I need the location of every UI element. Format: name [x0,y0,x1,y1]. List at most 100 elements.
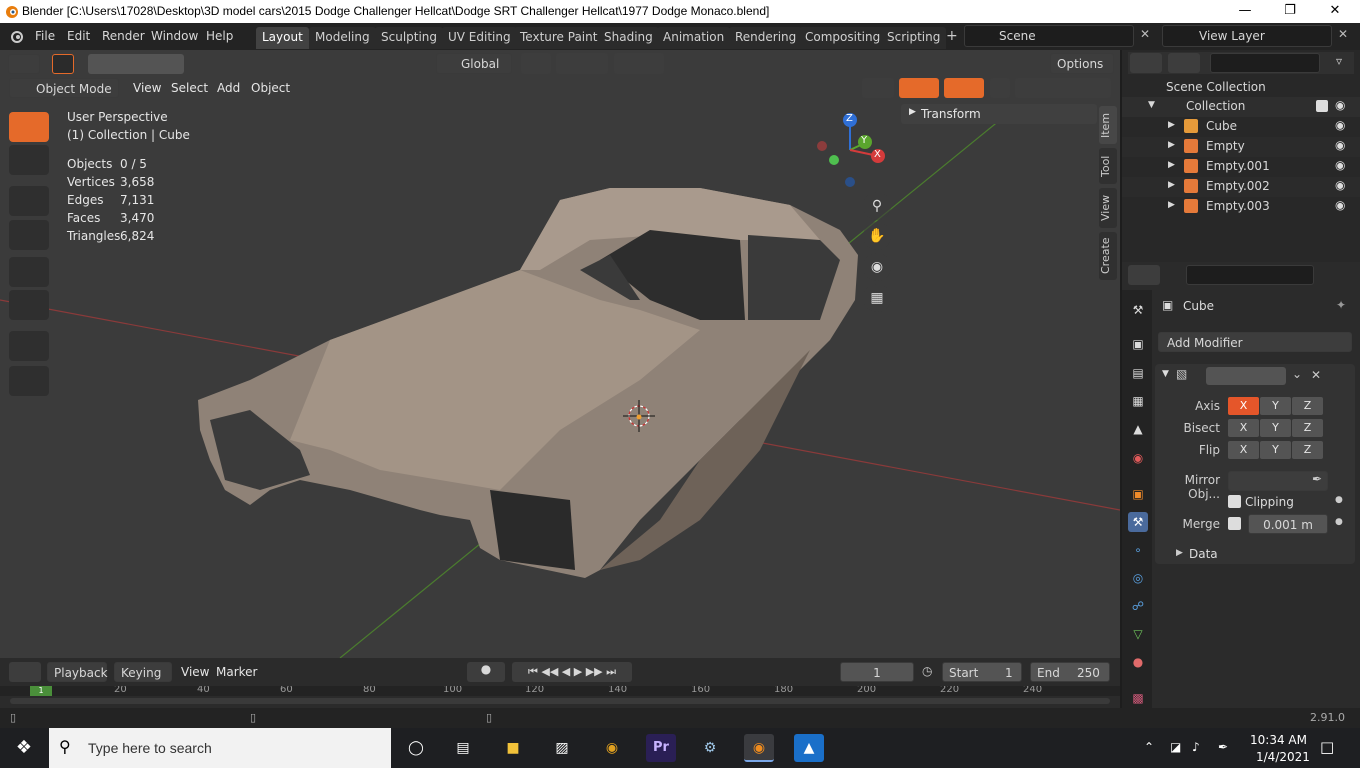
properties-editor-type[interactable] [1128,265,1160,285]
annotate-tool[interactable] [9,331,49,361]
timeline-marker-menu[interactable]: Marker [216,665,257,679]
outliner-scene-collection[interactable]: Scene Collection [1122,78,1360,98]
viewport-menu-select[interactable]: Select [171,81,208,95]
modifier-collapse-icon[interactable]: ▼ [1162,369,1169,379]
view-layer-selector[interactable]: View Layer [1162,25,1332,47]
select-box-tool[interactable] [9,112,49,142]
data-tab-icon[interactable]: ▽ [1128,624,1148,644]
premiere-icon[interactable]: Pr [646,734,676,762]
scene-tab-icon[interactable]: ▲ [1128,419,1148,439]
outliner-collection[interactable]: ▼ Collection ◉ [1122,97,1360,117]
remove-modifier-icon[interactable]: ✕ [1311,368,1321,382]
outliner-item-empty[interactable]: ▶ Empty ◉ [1122,137,1360,157]
cortana-icon[interactable]: ◯ [401,734,431,762]
scene-selector[interactable]: Scene [964,25,1134,47]
outliner-item-empty-002[interactable]: ▶ Empty.002 ◉ [1122,177,1360,197]
outliner-display-mode[interactable] [1168,53,1200,73]
data-subpanel-label[interactable]: Data [1189,547,1218,561]
constraints-tab-icon[interactable]: ☍ [1128,596,1148,616]
eyedropper-icon[interactable]: ✒ [1312,472,1322,486]
tab-compositing[interactable]: Compositing [799,27,887,49]
particles-tab-icon[interactable]: ∘ [1128,540,1148,560]
menu-help[interactable]: Help [206,29,233,43]
transform-tool[interactable] [9,290,49,320]
physics-tab-icon[interactable]: ◎ [1128,568,1148,588]
add-workspace-icon[interactable]: + [946,28,958,44]
tab-shading[interactable]: Shading [598,27,659,49]
clipping-checkbox[interactable] [1228,495,1241,508]
expand-icon[interactable]: ▶ [1168,160,1175,170]
measure-tool[interactable] [9,366,49,396]
axis-x-toggle[interactable]: X [1228,397,1259,415]
end-frame-input[interactable]: End 250 [1030,662,1110,682]
snap-toggle[interactable] [556,53,608,74]
clock-time[interactable]: 10:34 AM [1250,733,1307,747]
transform-panel-header[interactable]: ▶ Transform [901,104,1097,124]
collection-exclude-checkbox[interactable] [1316,100,1328,112]
task-view-icon[interactable]: ▤ [448,734,478,762]
volume-icon[interactable]: ♪ [1192,740,1200,754]
flip-y-toggle[interactable]: Y [1260,441,1291,459]
playback-controls[interactable]: ⏮ ◀◀ ◀ ▶ ▶▶ ⏭ [512,662,632,682]
viewport-menu-add[interactable]: Add [217,81,240,95]
overlay-toggle[interactable] [944,78,984,98]
material-tab-icon[interactable]: ● [1128,652,1148,672]
menu-edit[interactable]: Edit [67,29,90,43]
pen-icon[interactable]: ✒ [1218,740,1228,754]
render-tab-icon[interactable]: ▣ [1128,334,1148,354]
merge-distance-input[interactable]: 0.001 m [1248,514,1328,534]
steam-icon[interactable]: ⚙ [695,734,725,762]
pin-icon[interactable]: ✦ [1336,298,1346,312]
notification-icon[interactable]: □ [1320,738,1334,756]
world-tab-icon[interactable]: ◉ [1128,448,1148,468]
side-tab-create[interactable]: Create [1099,232,1117,280]
playback-menu[interactable]: Playback [47,662,108,682]
3d-viewport[interactable]: Global Options Object Mode View Select A… [0,50,1120,658]
close-button[interactable]: ✕ [1312,0,1358,23]
move-tool[interactable] [9,186,49,216]
side-tab-view[interactable]: View [1099,188,1117,228]
record-button[interactable]: ● [467,662,505,682]
output-tab-icon[interactable]: ▤ [1128,363,1148,383]
merge-checkbox[interactable] [1228,517,1241,530]
outliner-item-empty-003[interactable]: ▶ Empty.003 ◉ [1122,197,1360,217]
bisect-y-toggle[interactable]: Y [1260,419,1291,437]
tray-chevron-icon[interactable]: ⌃ [1144,740,1154,754]
side-tab-tool[interactable]: Tool [1099,148,1117,184]
eye-icon[interactable]: ◉ [1335,198,1345,212]
visibility-dropdown[interactable] [862,78,894,98]
chrome-icon[interactable]: ◉ [597,734,627,762]
select-mode-buttons[interactable] [88,54,184,74]
menu-window[interactable]: Window [151,29,198,43]
timeline-editor-type[interactable] [9,662,41,682]
add-modifier-dropdown[interactable]: Add Modifier [1158,332,1352,352]
bisect-x-toggle[interactable]: X [1228,419,1259,437]
transform-orientation-select[interactable]: Global [436,53,512,74]
mode-selector[interactable]: Object Mode [9,78,119,98]
modifier-display-toggles[interactable] [1206,367,1286,385]
texture-tab-icon[interactable]: ▩ [1128,688,1148,708]
scale-tool[interactable] [9,257,49,287]
rotate-tool[interactable] [9,220,49,250]
current-frame-input[interactable]: 1 [840,662,914,682]
tab-rendering[interactable]: Rendering [729,27,803,49]
minimize-button[interactable]: — [1222,0,1268,23]
properties-search-input[interactable] [1186,265,1314,285]
playhead[interactable]: 1 [30,686,52,696]
network-icon[interactable]: ◪ [1170,740,1181,754]
tab-texture-paint[interactable]: Texture Paint [514,27,604,49]
eye-icon[interactable]: ◉ [1335,138,1345,152]
file-explorer-icon[interactable]: ■ [498,734,528,762]
zoom-icon[interactable]: ⚲ [863,192,891,220]
modifier-options-icon[interactable]: ⌄ [1292,367,1302,381]
outliner-search-input[interactable] [1210,53,1320,73]
side-tab-item[interactable]: Item [1099,106,1117,144]
eye-icon[interactable]: ◉ [1335,98,1345,112]
tab-scripting[interactable]: Scripting [881,27,947,49]
eye-icon[interactable]: ◉ [1335,158,1345,172]
timeline-scrollbar[interactable] [10,698,1110,704]
proportional-edit-toggle[interactable] [614,53,664,74]
clock-date[interactable]: 1/4/2021 [1256,750,1310,764]
tab-sculpting[interactable]: Sculpting [375,27,444,49]
start-frame-input[interactable]: Start 1 [942,662,1022,682]
